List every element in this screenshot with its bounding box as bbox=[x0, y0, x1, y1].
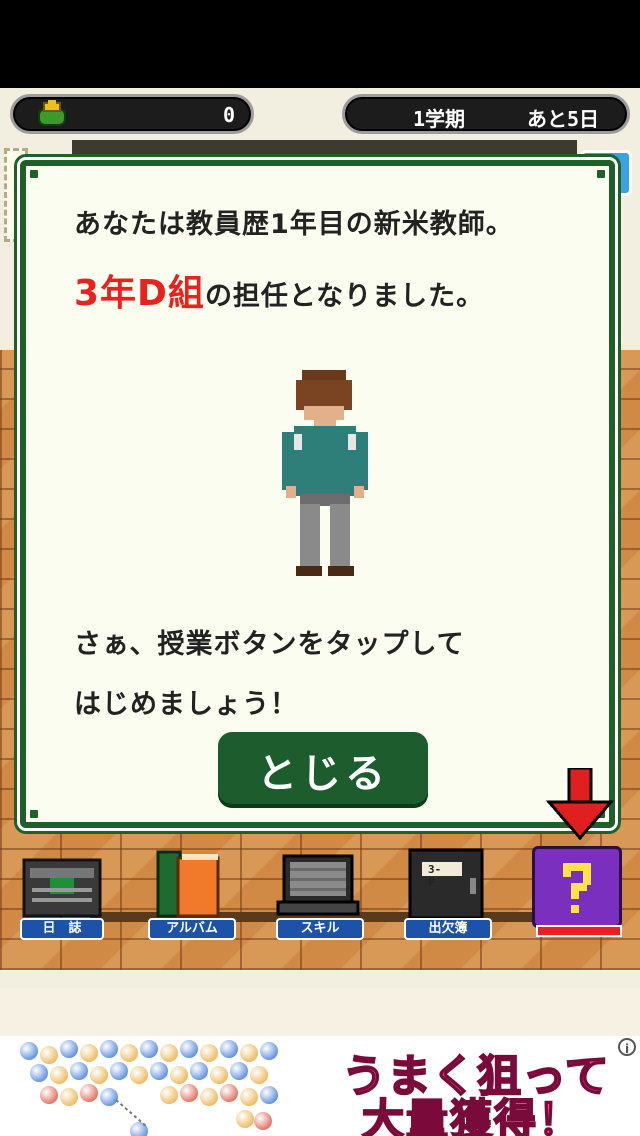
dialog-line-3: さぁ、授業ボタンをタップして bbox=[74, 629, 465, 660]
dialog-line-2-rest: の担任となりました。 bbox=[204, 281, 485, 312]
ad-ball bbox=[210, 1066, 228, 1084]
corner-dot bbox=[597, 170, 605, 178]
mystery-block-button[interactable] bbox=[532, 846, 622, 928]
ad-ball bbox=[40, 1086, 58, 1104]
dialog-line-4: はじめましょう！ bbox=[74, 689, 298, 720]
ad-ball bbox=[20, 1042, 38, 1060]
ad-ball bbox=[150, 1062, 168, 1080]
ad-info-icon[interactable]: i bbox=[618, 1038, 636, 1056]
money-value: 0 bbox=[222, 103, 235, 127]
menu-album-label: アルバム bbox=[148, 918, 236, 940]
aim-line bbox=[115, 1099, 147, 1127]
ad-ball bbox=[180, 1040, 198, 1058]
ad-ball bbox=[254, 1112, 272, 1130]
ad-ball bbox=[180, 1084, 198, 1102]
ad-ball bbox=[240, 1088, 258, 1106]
ad-ball bbox=[30, 1064, 48, 1082]
ad-ball bbox=[240, 1044, 258, 1062]
ad-ball bbox=[90, 1066, 108, 1084]
question-block-icon bbox=[563, 863, 591, 913]
blackboard bbox=[72, 140, 577, 162]
ad-ball bbox=[130, 1066, 148, 1084]
ad-ball bbox=[160, 1044, 178, 1062]
menu-skill-label: スキル bbox=[276, 918, 364, 940]
ad-ball bbox=[110, 1062, 128, 1080]
attendance-book-icon bbox=[408, 848, 484, 920]
term-status: 1学期 あと5日 bbox=[342, 94, 630, 134]
ad-ball bbox=[200, 1044, 218, 1062]
corner-dot bbox=[30, 810, 38, 818]
ad-ball bbox=[260, 1042, 278, 1060]
ad-ball bbox=[140, 1040, 158, 1058]
mystery-progress-bar bbox=[536, 925, 622, 937]
ad-ball bbox=[60, 1040, 78, 1058]
ad-ball bbox=[170, 1066, 188, 1084]
corner-dot bbox=[30, 170, 38, 178]
ad-ball bbox=[100, 1040, 118, 1058]
arrow-down-icon bbox=[545, 768, 615, 840]
laptop-icon bbox=[276, 854, 360, 916]
ad-subheadline: 大量獲得！ bbox=[361, 1094, 583, 1136]
menu-attendance-label: 出欠簿 bbox=[404, 918, 492, 940]
close-button[interactable]: とじる bbox=[218, 732, 428, 808]
purse-icon bbox=[38, 100, 66, 126]
ad-banner[interactable]: うまく狙って 大量獲得！ i bbox=[0, 1036, 640, 1136]
ad-ball bbox=[200, 1088, 218, 1106]
menu-journal-label: 日 誌 bbox=[20, 918, 104, 940]
ad-ball bbox=[50, 1066, 68, 1084]
ad-ball bbox=[60, 1088, 78, 1106]
ad-ball bbox=[120, 1044, 138, 1062]
intro-dialog: あなたは教員歴1年目の新米教師。 3年D組の担任となりました。 さぁ、授業ボタン… bbox=[20, 160, 615, 828]
dialog-line-1: あなたは教員歴1年目の新米教師。 bbox=[74, 209, 514, 240]
dialog-line-2: 3年D組の担任となりました。 bbox=[74, 264, 484, 316]
days-left-label: あと5日 bbox=[526, 107, 599, 131]
ad-ball bbox=[236, 1110, 254, 1128]
money-counter: 0 bbox=[10, 94, 254, 134]
journal-icon bbox=[22, 858, 102, 918]
ad-ball bbox=[40, 1046, 58, 1064]
term-label: 1学期 bbox=[413, 107, 466, 131]
ad-ball bbox=[80, 1084, 98, 1102]
ad-ball bbox=[160, 1086, 178, 1104]
ad-ball bbox=[220, 1084, 238, 1102]
ad-ball bbox=[80, 1044, 98, 1062]
ad-ball bbox=[230, 1062, 248, 1080]
ad-ball bbox=[220, 1040, 238, 1058]
class-name-highlight: 3年D組 bbox=[74, 273, 205, 314]
ad-ball bbox=[190, 1062, 208, 1080]
ad-ball bbox=[250, 1066, 268, 1084]
album-icon bbox=[156, 850, 220, 918]
ad-ball bbox=[260, 1086, 278, 1104]
floor-bottom bbox=[0, 988, 640, 1036]
book-tag: 3-F bbox=[428, 863, 442, 889]
teacher-character bbox=[282, 370, 368, 576]
ad-ball bbox=[70, 1062, 88, 1080]
